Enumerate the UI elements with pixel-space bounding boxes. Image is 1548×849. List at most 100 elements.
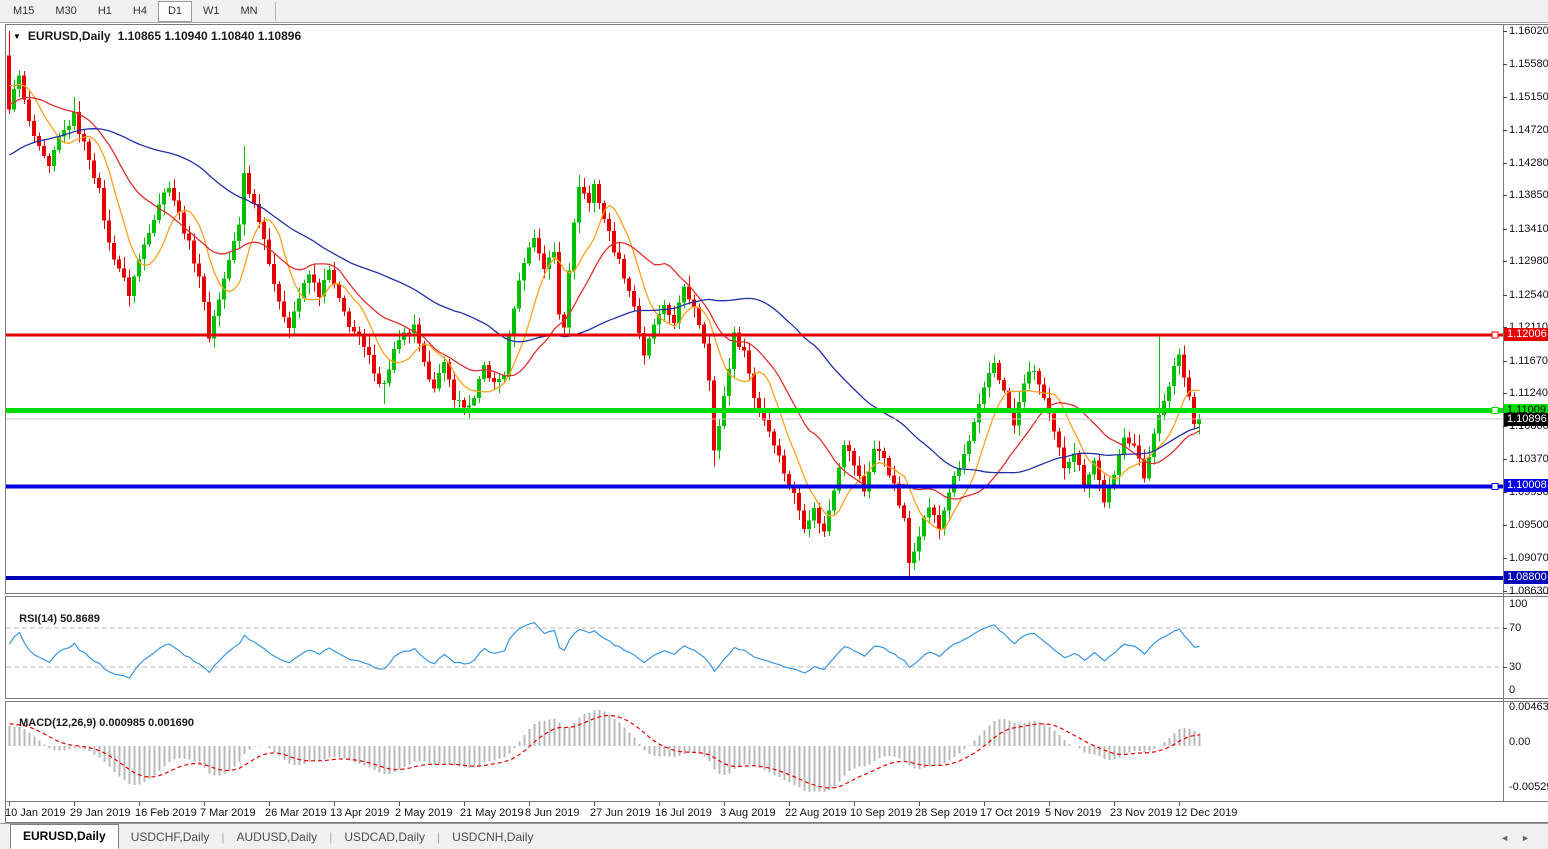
macd-scale-label: -0.005299: [1509, 781, 1548, 793]
date-tick: [1179, 802, 1180, 806]
date-tick: [269, 802, 270, 806]
price-tick: [1503, 229, 1507, 230]
moving-average-8: [10, 85, 1200, 530]
hline-handle: [1492, 408, 1498, 414]
date-label: 26 Mar 2019: [265, 807, 327, 819]
moving-average-20: [10, 97, 1200, 499]
price-tick-label: 1.14280: [1509, 157, 1548, 169]
rsi-scale-tick: [1503, 628, 1507, 629]
price-tick: [1503, 492, 1507, 493]
chart-window-top-border: [5, 24, 1548, 25]
date-tick: [1049, 802, 1050, 806]
date-tick: [9, 802, 10, 806]
timeframe-toolbar: M15M30H1H4D1W1MN: [0, 0, 1548, 23]
price-tick-label: 1.09500: [1509, 519, 1548, 531]
chart-dropdown-icon[interactable]: ▼: [13, 32, 21, 41]
date-tick: [789, 802, 790, 806]
date-tick: [659, 802, 660, 806]
tab-scroll-left-icon: ◄: [1500, 833, 1521, 843]
price-tick: [1503, 361, 1507, 362]
hline-handle: [1492, 484, 1498, 490]
timeframe-button-mn[interactable]: MN: [231, 1, 268, 22]
price-tick: [1503, 195, 1507, 196]
date-tick: [724, 802, 725, 806]
price-tick: [1503, 558, 1507, 559]
price-tick-label: 1.11240: [1509, 387, 1548, 399]
price-tick: [1503, 163, 1507, 164]
price-tick-label: 1.13410: [1509, 223, 1548, 235]
main-chart-canvas[interactable]: [6, 27, 1503, 593]
price-tick: [1503, 295, 1507, 296]
macd-panel-canvas[interactable]: [6, 702, 1503, 801]
price-tick: [1503, 31, 1507, 32]
price-tick-label: 1.10370: [1509, 453, 1548, 465]
timeframe-button-m30[interactable]: M30: [45, 1, 86, 22]
chart-tab-usdchf[interactable]: USDCHF,Daily: [119, 826, 222, 849]
date-tick: [204, 802, 205, 806]
timeframe-button-m15[interactable]: M15: [3, 1, 44, 22]
date-label: 28 Sep 2019: [915, 807, 977, 819]
hline-handle: [1492, 332, 1498, 338]
date-label: 2 May 2019: [395, 807, 452, 819]
rsi-scale-label: 0: [1509, 684, 1515, 696]
date-tick: [984, 802, 985, 806]
date-label: 10 Jan 2019: [5, 807, 66, 819]
tab-scroll-arrows[interactable]: ◄►: [1500, 833, 1542, 843]
date-label: 5 Nov 2019: [1045, 807, 1101, 819]
price-tick: [1503, 97, 1507, 98]
price-badge-1.08800: 1.08800: [1504, 571, 1548, 584]
price-tick: [1503, 64, 1507, 65]
toolbar-separator: [275, 2, 276, 21]
price-tick-label: 1.12540: [1509, 289, 1548, 301]
macd-scale-label: 0.00463: [1509, 701, 1548, 713]
date-label: 13 Apr 2019: [330, 807, 389, 819]
price-tick-label: 1.13850: [1509, 189, 1548, 201]
timeframe-button-w1[interactable]: W1: [193, 1, 230, 22]
date-label: 16 Feb 2019: [135, 807, 197, 819]
chart-tab-eurusd[interactable]: EURUSD,Daily: [10, 824, 119, 849]
chart-symbol-label: EURUSD,Daily: [28, 29, 111, 43]
timeframe-button-d1[interactable]: D1: [158, 1, 192, 22]
date-tick: [74, 802, 75, 806]
date-label: 21 May 2019: [460, 807, 524, 819]
date-label: 3 Aug 2019: [720, 807, 776, 819]
macd-label: MACD(12,26,9) 0.000985 0.001690: [13, 705, 194, 729]
chart-tab-usdcad[interactable]: USDCAD,Daily: [332, 826, 437, 849]
date-label: 8 Jun 2019: [525, 807, 579, 819]
price-tick-label: 1.15150: [1509, 91, 1548, 103]
price-tick: [1503, 426, 1507, 427]
date-tick: [594, 802, 595, 806]
price-tick-label: 1.12980: [1509, 255, 1548, 267]
rsi-scale-label: 100: [1509, 598, 1527, 610]
price-tick: [1503, 130, 1507, 131]
chart-tab-usdcnh[interactable]: USDCNH,Daily: [440, 826, 545, 849]
chart-tab-audusd[interactable]: AUDUSD,Daily: [225, 826, 330, 849]
date-tick: [919, 802, 920, 806]
price-tick-label: 1.14720: [1509, 124, 1548, 136]
price-badge-1.12006: 1.12006: [1504, 328, 1548, 341]
chart-tab-bar: EURUSD,DailyUSDCHF,Daily|AUDUSD,Daily|US…: [0, 823, 1548, 849]
timeframe-button-h1[interactable]: H1: [88, 1, 122, 22]
rsi-panel-canvas[interactable]: [6, 597, 1503, 698]
price-tick: [1503, 261, 1507, 262]
date-label: 22 Aug 2019: [785, 807, 847, 819]
tab-scroll-right-icon: ►: [1521, 833, 1542, 843]
timeframe-button-h4[interactable]: H4: [123, 1, 157, 22]
price-tick-label: 1.09070: [1509, 552, 1548, 564]
price-tick: [1503, 459, 1507, 460]
date-label: 23 Nov 2019: [1110, 807, 1172, 819]
rsi-scale-label: 70: [1509, 622, 1521, 634]
date-tick: [139, 802, 140, 806]
rsi-line: [10, 623, 1200, 678]
date-label: 10 Sep 2019: [850, 807, 912, 819]
date-tick: [334, 802, 335, 806]
rsi-label: RSI(14) 50.8689: [13, 601, 100, 625]
price-tick: [1503, 393, 1507, 394]
date-tick: [529, 802, 530, 806]
date-label: 29 Jan 2019: [70, 807, 131, 819]
rsi-scale-tick: [1503, 667, 1507, 668]
price-tick-label: 1.11670: [1509, 355, 1548, 367]
price-tick-label: 1.15580: [1509, 58, 1548, 70]
price-tick-label: 1.16020: [1509, 25, 1548, 37]
date-label: 27 Jun 2019: [590, 807, 651, 819]
